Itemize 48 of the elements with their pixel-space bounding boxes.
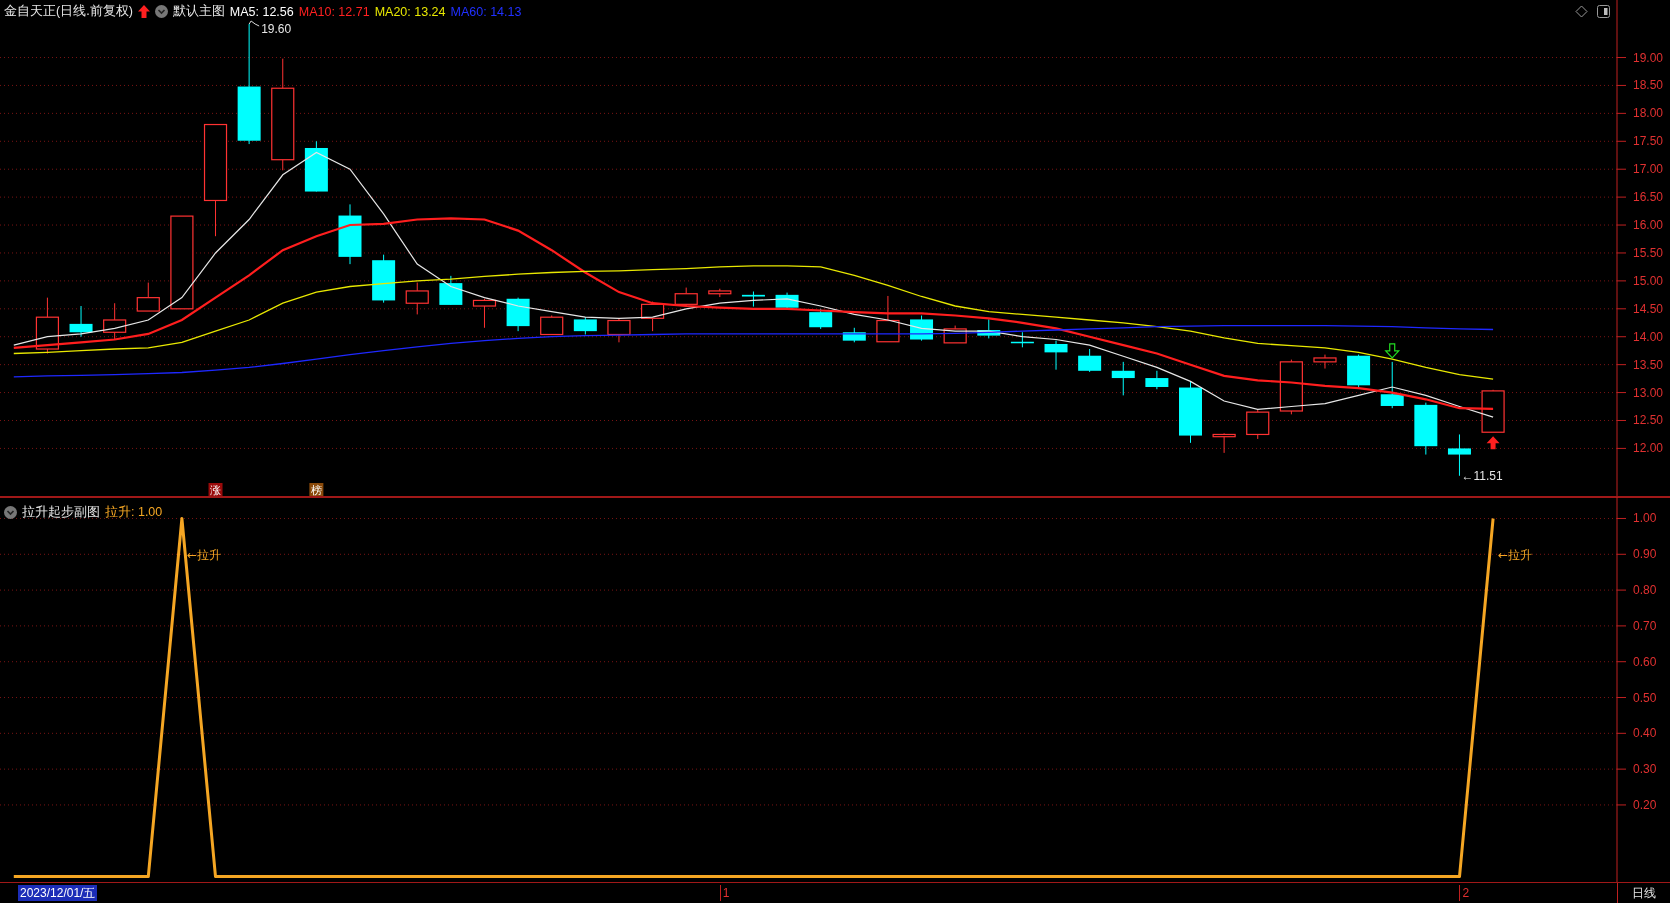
axis-label: 0.20: [1633, 797, 1657, 812]
signal-label: ←拉升: [1498, 548, 1533, 563]
signal-badge: 榜: [309, 483, 324, 497]
axis-label: 14.50: [1633, 301, 1664, 316]
axis-label: 13.50: [1633, 357, 1664, 372]
axis-label: 15.00: [1633, 273, 1664, 288]
chevron-down-icon[interactable]: [4, 506, 17, 519]
template-label[interactable]: 默认主图: [172, 3, 225, 20]
axis-label: 17.00: [1633, 162, 1664, 177]
axis-label: 2: [1459, 885, 1470, 901]
period-label[interactable]: 日线: [1618, 883, 1670, 903]
indicator-value: MA20: 13.24: [374, 4, 446, 19]
axis-label: 1: [719, 885, 730, 901]
indicator-value: MA60: 14.13: [450, 4, 522, 19]
chart-title: 金自天正(日线.前复权): [4, 3, 133, 20]
axis-label: 12.00: [1633, 441, 1664, 456]
axis-label: 19.00: [1633, 50, 1664, 65]
axis-label: 12.50: [1633, 413, 1664, 428]
leader-line: [248, 20, 260, 27]
chevron-down-icon[interactable]: [154, 5, 168, 18]
axis-label: 0.90: [1633, 547, 1657, 562]
axis-label: 15.50: [1633, 245, 1664, 260]
axis-label: 0.50: [1633, 690, 1657, 705]
panel-toggle-icon[interactable]: [1597, 5, 1610, 18]
up-arrow-icon: [137, 5, 150, 18]
indicator-value: 拉升: 1.00: [105, 504, 163, 521]
axis-label: 0.30: [1633, 762, 1657, 777]
chart-title: 拉升起步副图: [22, 504, 100, 521]
axis-label: 0.40: [1633, 726, 1657, 741]
indicator-value: MA10: 12.71: [298, 4, 370, 19]
axis-label: 18.50: [1633, 78, 1664, 93]
indicator-value: MA5: 12.56: [229, 4, 294, 19]
signal-badge: 涨: [208, 483, 223, 497]
high-price-label: 19.60: [261, 22, 292, 36]
axis-label: 13.00: [1633, 385, 1664, 400]
cursor-date: 2023/12/01/五: [18, 885, 98, 901]
low-price-label: ←11.51: [1461, 468, 1503, 483]
axis-label: 1.00: [1633, 511, 1657, 526]
axis-label: 18.00: [1633, 106, 1664, 121]
axis-label: 16.00: [1633, 218, 1664, 233]
axis-label: 0.70: [1633, 618, 1657, 633]
diamond-icon[interactable]: [1575, 5, 1588, 18]
axis-label: 17.50: [1633, 134, 1664, 149]
axis-label: 0.80: [1633, 583, 1657, 598]
axis-label: 16.50: [1633, 190, 1664, 205]
signal-label: ←拉升: [186, 548, 221, 563]
axis-label: 0.60: [1633, 654, 1657, 669]
axis-label: 14.00: [1633, 329, 1664, 344]
